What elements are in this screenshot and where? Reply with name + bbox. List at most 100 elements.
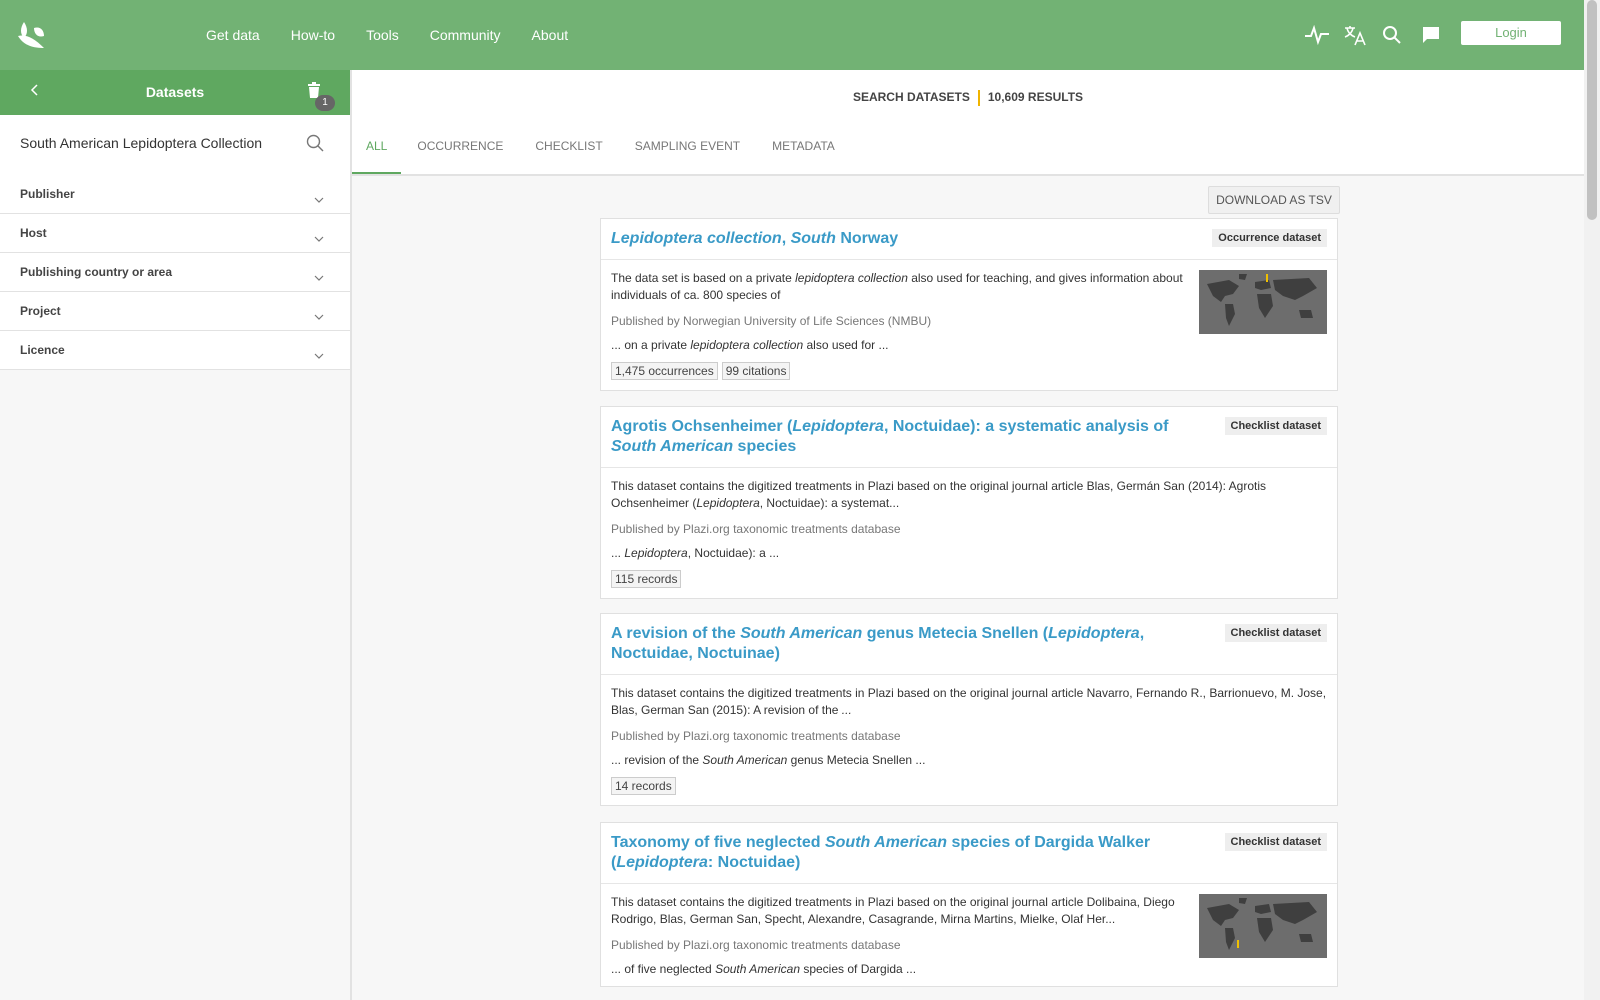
dataset-title-link[interactable]: Taxonomy of five neglected South America…	[601, 823, 1337, 883]
stat-chip: 1,475 occurrences	[611, 362, 718, 380]
card-body: The data set is based on a private lepid…	[601, 260, 1337, 390]
card-body: This dataset contains the digitized trea…	[601, 884, 1337, 986]
facet-label: Publishing country or area	[20, 265, 173, 279]
dataset-description: This dataset contains the digitized trea…	[611, 894, 1189, 928]
sidebar-header: Datasets 1	[0, 70, 350, 115]
highlighted-term: South American	[740, 625, 863, 642]
stat-chip: 99 citations	[721, 362, 791, 380]
nav-tools[interactable]: Tools	[366, 27, 399, 43]
text-fragment: ,	[781, 230, 791, 247]
page-scrollbar[interactable]	[1584, 0, 1600, 1000]
tab-occurrence[interactable]: OCCURRENCE	[401, 132, 519, 172]
dataset-result-card: A revision of the South American genus M…	[600, 613, 1338, 806]
stats-chips: 1,475 occurrences 99 citations	[611, 362, 1189, 380]
translate-icon[interactable]	[1342, 22, 1368, 48]
login-button[interactable]: Login	[1461, 21, 1561, 45]
highlighted-term: lepidoptera collection	[795, 271, 908, 285]
text-fragment: , Noctuidae): a ...	[687, 546, 780, 560]
facet-publishing-country[interactable]: Publishing country or area	[0, 253, 350, 292]
sidebar-title: Datasets	[145, 84, 205, 100]
scrollbar-thumb[interactable]	[1587, 0, 1597, 220]
chevron-down-icon	[314, 229, 324, 247]
dataset-title-link[interactable]: A revision of the South American genus M…	[601, 614, 1337, 674]
text-fragment: species of Dargida ...	[800, 962, 917, 976]
facet-project[interactable]: Project	[0, 292, 350, 331]
nav-community[interactable]: Community	[430, 27, 501, 43]
search-icon[interactable]	[1379, 22, 1405, 48]
tab-all[interactable]: ALL	[352, 132, 402, 174]
text-fragment: genus Metecia Snellen (	[862, 625, 1049, 642]
dataset-result-card: Taxonomy of five neglected South America…	[600, 822, 1338, 987]
nav-get-data[interactable]: Get data	[206, 27, 260, 43]
text-fragment: species	[733, 438, 797, 455]
search-label: SEARCH DATASETS	[852, 90, 970, 105]
highlighted-term: Lepidoptera	[696, 496, 760, 510]
text-fragment: Taxonomy of five neglected	[611, 834, 825, 851]
dataset-result-card: Lepidoptera collection, South Norway Occu…	[600, 218, 1338, 391]
text-fragment: Norway	[835, 230, 899, 247]
filter-sidebar: Datasets 1 South American Lepidoptera Co…	[0, 70, 352, 1000]
search-icon[interactable]	[306, 134, 324, 157]
card-header: Agrotis Ochsenheimer (Lepidoptera, Noctu…	[601, 407, 1337, 468]
text-fragment: The data set is based on a private	[611, 271, 796, 285]
gbif-logo-icon[interactable]	[14, 18, 48, 52]
filter-count-badge: 1	[315, 95, 335, 111]
chevron-down-icon	[314, 346, 324, 364]
highlighted-term: Lepidoptera	[792, 418, 884, 435]
text-fragment: ... on a private	[611, 338, 691, 352]
stats-chips: 115 records	[611, 570, 1327, 588]
download-tsv-button[interactable]: DOWNLOAD AS TSV	[1208, 186, 1340, 214]
search-query-value[interactable]: South American Lepidoptera Collection	[20, 135, 262, 151]
result-count: 10,609 RESULTS	[987, 90, 1084, 105]
highlighted-term: lepidoptera collection	[690, 338, 804, 352]
facet-host[interactable]: Host	[0, 214, 350, 253]
nav-how-to[interactable]: How-to	[291, 27, 335, 43]
publisher-line: Published by Plazi.org taxonomic treatme…	[611, 729, 901, 743]
search-snippet: ... on a private lepidoptera collection …	[611, 338, 1189, 352]
card-header: A revision of the South American genus M…	[601, 614, 1337, 675]
highlighted-term: Lepidoptera	[624, 546, 688, 560]
card-body: This dataset contains the digitized trea…	[601, 468, 1337, 598]
occurrence-map-thumbnail	[1199, 894, 1327, 958]
text-fragment: , Noctuidae): a systemat...	[759, 496, 900, 510]
highlighted-term: South American	[824, 834, 948, 851]
dataset-type-tabs: ALL OCCURRENCE CHECKLIST SAMPLING EVENT …	[352, 132, 851, 174]
facet-label: Project	[20, 304, 61, 318]
facet-licence[interactable]: Licence	[0, 331, 350, 370]
highlighted-term: Lepidoptera	[616, 854, 708, 871]
tab-checklist[interactable]: CHECKLIST	[519, 132, 618, 172]
publisher-line: Published by Plazi.org taxonomic treatme…	[611, 938, 901, 952]
highlighted-term: South American	[715, 962, 800, 976]
highlighted-term: Lepidoptera collection	[611, 230, 782, 247]
facet-label: Licence	[20, 343, 65, 357]
dataset-description: This dataset contains the digitized trea…	[611, 478, 1327, 512]
facet-publisher[interactable]: Publisher	[0, 175, 350, 214]
text-fragment: ... of five neglected	[611, 962, 716, 976]
text-fragment: A revision of the	[611, 625, 741, 642]
stats-chips: 14 records	[611, 777, 1327, 795]
dataset-type-badge: Checklist dataset	[1224, 833, 1327, 851]
text-fragment: also used for ...	[803, 338, 889, 352]
highlighted-term: South American	[702, 753, 788, 767]
feedback-comment-icon[interactable]	[1418, 22, 1444, 48]
search-snippet: ... Lepidoptera, Noctuidae): a ...	[611, 546, 1327, 560]
chevron-down-icon	[314, 190, 324, 208]
text-fragment: This dataset contains the digitized trea…	[611, 895, 1175, 926]
dataset-description: The data set is based on a private lepid…	[611, 270, 1189, 304]
tab-metadata[interactable]: METADATA	[756, 132, 851, 172]
publisher-line: Published by Norwegian University of Lif…	[611, 314, 932, 328]
dataset-search-field[interactable]: South American Lepidoptera Collection	[0, 115, 350, 176]
tab-sampling-event[interactable]: SAMPLING EVENT	[619, 132, 756, 172]
dataset-result-card: Agrotis Ochsenheimer (Lepidoptera, Noctu…	[600, 406, 1338, 599]
text-fragment: genus Metecia Snellen ...	[787, 753, 926, 767]
highlighted-term: South American	[611, 438, 734, 455]
highlighted-term: South	[790, 230, 836, 247]
card-body: This dataset contains the digitized trea…	[601, 675, 1337, 805]
main-content: SEARCH DATASETS 10,609 RESULTS ALL OCCURR…	[352, 70, 1584, 1000]
activity-pulse-icon[interactable]	[1304, 22, 1330, 48]
results-summary: SEARCH DATASETS 10,609 RESULTS	[352, 90, 1584, 106]
dataset-title-link[interactable]: Agrotis Ochsenheimer (Lepidoptera, Noctu…	[601, 407, 1337, 467]
nav-about[interactable]: About	[532, 27, 569, 43]
text-fragment: Agrotis Ochsenheimer (	[611, 418, 793, 435]
facet-label: Publisher	[20, 187, 75, 201]
